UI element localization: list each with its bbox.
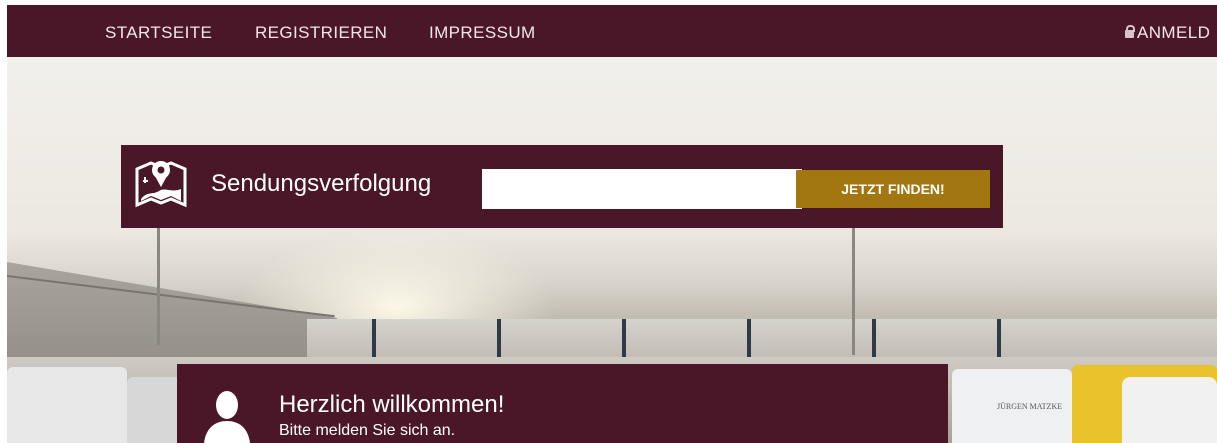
lock-icon (1125, 25, 1135, 38)
welcome-title: Herzlich willkommen! (279, 391, 505, 418)
find-shipment-button[interactable]: JETZT FINDEN! (796, 170, 990, 208)
truck-brand-text: JÜRGEN MATZKE (997, 402, 1063, 411)
welcome-subtitle: Bitte melden Sie sich an. (279, 422, 456, 439)
street-lamp (157, 225, 160, 345)
tracking-title: Sendungsverfolgung (211, 170, 432, 197)
street-lamp (852, 225, 855, 355)
truck-cab (1122, 377, 1217, 443)
user-silhouette-icon (204, 391, 250, 443)
tracking-panel: Sendungsverfolgung JETZT FINDEN! (121, 145, 1003, 228)
nav-impressum[interactable]: IMPRESSUM (429, 23, 536, 43)
top-navigation: STARTSEITE REGISTRIEREN IMPRESSUM ANMELD (7, 5, 1217, 57)
nav-registrieren[interactable]: REGISTRIEREN (255, 23, 387, 43)
nav-startseite[interactable]: STARTSEITE (105, 23, 212, 43)
tracking-number-input[interactable] (482, 169, 802, 209)
map-pin-icon (135, 161, 187, 208)
welcome-panel: Herzlich willkommen! Bitte melden Sie si… (177, 364, 948, 443)
nav-login[interactable]: ANMELD (1125, 23, 1210, 43)
truck (7, 367, 127, 443)
truck (127, 377, 182, 443)
nav-login-label: ANMELD (1137, 23, 1211, 42)
